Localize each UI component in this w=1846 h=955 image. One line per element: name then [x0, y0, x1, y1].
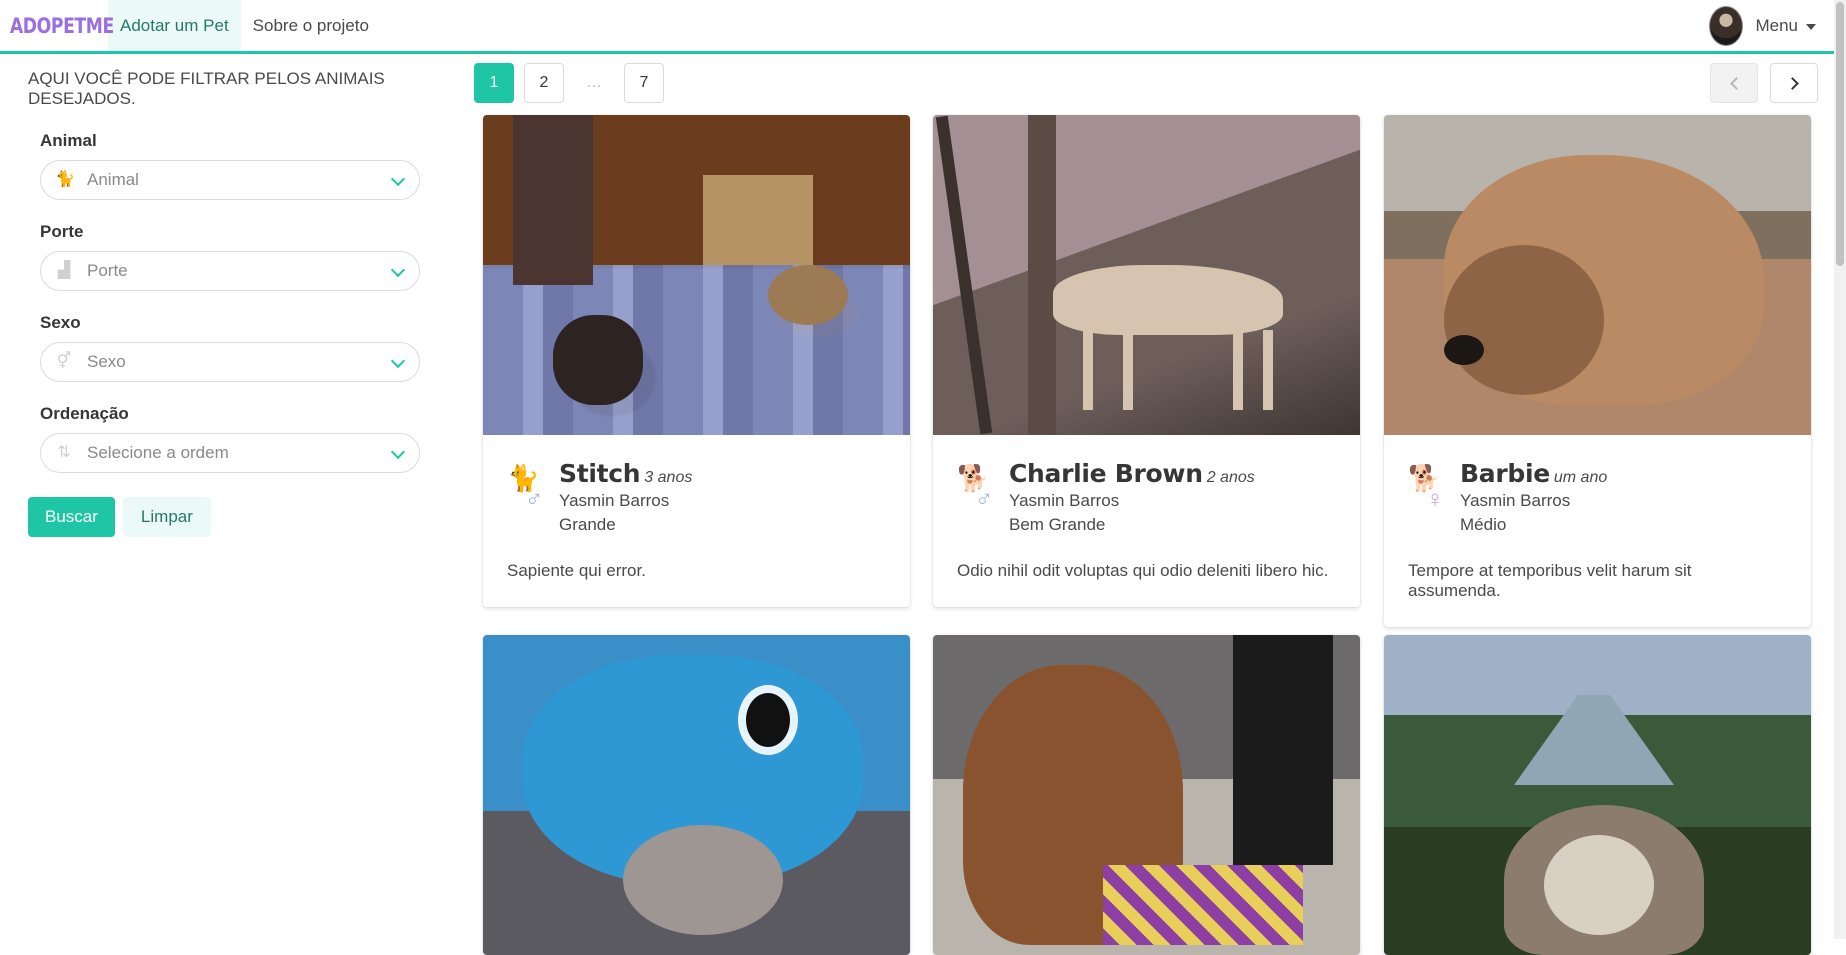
pet-size: Grande [559, 515, 616, 534]
pet-age: 3 anos [644, 469, 693, 486]
pet-size: Bem Grande [1009, 515, 1106, 534]
previous-page-button[interactable] [1710, 63, 1758, 103]
chevron-right-icon [1785, 76, 1799, 90]
animal-select[interactable]: 🐈 Animal [40, 160, 420, 200]
pet-description: Tempore at temporibus velit harum sit as… [1408, 561, 1692, 600]
pet-name[interactable]: Barbie [1460, 459, 1550, 488]
pet-description: Sapiente qui error. [507, 561, 646, 580]
filter-animal: Animal 🐈 Animal [40, 131, 428, 200]
pet-card[interactable] [933, 635, 1360, 955]
pet-age: 2 anos [1206, 469, 1255, 486]
pet-card[interactable]: 🐈 ♂ Stitch 3 anos Yasmin Barros Grande Sa… [483, 115, 910, 607]
brand-logo[interactable]: ADOPETME [0, 0, 114, 51]
pagination-ellipsis: … [586, 74, 602, 91]
filter-actions: Buscar Limpar [28, 497, 428, 537]
pet-card-body: 🐕 ♂ Charlie Brown 2 anos Yasmin Barros Be… [933, 435, 1360, 607]
sexo-select[interactable]: ⚥ Sexo [40, 342, 420, 382]
pet-card-body: 🐕 ♀ Barbie um ano Yasmin Barros Médio Tem… [1384, 435, 1811, 627]
page-last-button[interactable]: 7 [624, 63, 664, 103]
gender-icon: ⚥ [56, 353, 72, 370]
filter-sidebar: AQUI VOCÊ PODE FILTRAR PELOS ANIMAIS DES… [28, 54, 428, 537]
male-icon: ♂ [975, 486, 993, 513]
filter-ordenacao: Ordenação ⇅ Selecione a ordem [40, 404, 428, 473]
buscar-button[interactable]: Buscar [28, 497, 115, 537]
porte-select-placeholder: Porte [87, 261, 128, 280]
pet-card[interactable] [1384, 635, 1811, 955]
species-sex-indicator: 🐕 ♀ [1408, 463, 1448, 519]
ruler-icon: ▟ [57, 262, 71, 279]
pet-photo[interactable] [933, 115, 1360, 435]
page-1-button[interactable]: 1 [474, 63, 514, 103]
filter-ordenacao-label: Ordenação [40, 404, 129, 423]
caret-down-icon[interactable] [1806, 23, 1816, 30]
next-page-button[interactable] [1770, 63, 1818, 103]
pet-owner: Yasmin Barros [1460, 491, 1571, 510]
limpar-button[interactable]: Limpar [122, 497, 211, 537]
filter-intro-text: AQUI VOCÊ PODE FILTRAR PELOS ANIMAIS DES… [28, 69, 385, 108]
menu-label[interactable]: Menu [1755, 16, 1798, 36]
species-sex-indicator: 🐕 ♂ [957, 463, 997, 519]
page-2-button[interactable]: 2 [524, 63, 564, 103]
ordenacao-select[interactable]: ⇅ Selecione a ordem [40, 433, 420, 473]
cat-outline-icon: 🐈 [55, 171, 75, 188]
pet-description: Odio nihil odit voluptas qui odio deleni… [957, 561, 1329, 580]
scrollbar[interactable] [1834, 0, 1846, 939]
filter-sexo: Sexo ⚥ Sexo [40, 313, 428, 382]
chevron-down-icon [390, 444, 406, 460]
scrollbar-thumb[interactable] [1836, 2, 1844, 266]
pet-owner: Yasmin Barros [1009, 491, 1120, 510]
pet-name[interactable]: Charlie Brown [1009, 459, 1203, 488]
nav-sobre-projeto[interactable]: Sobre o projeto [241, 0, 381, 51]
pet-photo[interactable] [483, 115, 910, 435]
pet-age: um ano [1553, 469, 1608, 486]
nav-adotar-pet[interactable]: Adotar um Pet [108, 0, 241, 51]
pet-card-body: 🐈 ♂ Stitch 3 anos Yasmin Barros Grande Sa… [483, 435, 910, 607]
chevron-left-icon [1729, 76, 1743, 90]
sexo-select-placeholder: Sexo [87, 352, 126, 371]
pet-photo[interactable] [933, 635, 1360, 955]
pet-photo[interactable] [1384, 635, 1811, 955]
male-icon: ♂ [525, 486, 543, 513]
pet-owner: Yasmin Barros [559, 491, 670, 510]
filter-porte-label: Porte [40, 222, 84, 241]
avatar[interactable] [1709, 5, 1744, 46]
ordenacao-select-placeholder: Selecione a ordem [87, 443, 229, 462]
animal-select-placeholder: Animal [87, 170, 139, 189]
filter-animal-label: Animal [40, 131, 97, 150]
pet-card[interactable]: 🐕 ♂ Charlie Brown 2 anos Yasmin Barros Be… [933, 115, 1360, 607]
chevron-down-icon [390, 353, 406, 369]
porte-select[interactable]: ▟ Porte [40, 251, 420, 291]
pet-card[interactable]: 🐕 ♀ Barbie um ano Yasmin Barros Médio Tem… [1384, 115, 1811, 627]
pet-name[interactable]: Stitch [559, 459, 641, 488]
pet-card[interactable] [483, 635, 910, 955]
chevron-down-icon [390, 171, 406, 187]
chevron-down-icon [390, 262, 406, 278]
pet-photo[interactable] [1384, 115, 1811, 435]
species-sex-indicator: 🐈 ♂ [507, 463, 547, 519]
pagination: 1 2 … 7 [474, 63, 674, 103]
pet-size: Médio [1460, 515, 1507, 534]
female-icon: ♀ [1426, 486, 1444, 513]
top-navbar: ADOPETME Adotar um Pet Sobre o projeto M… [0, 0, 1846, 54]
filter-porte: Porte ▟ Porte [40, 222, 428, 291]
user-menu[interactable]: Menu [1709, 0, 1846, 51]
sort-icon: ⇅ [57, 444, 71, 461]
filter-sexo-label: Sexo [40, 313, 81, 332]
pet-photo[interactable] [483, 635, 910, 955]
